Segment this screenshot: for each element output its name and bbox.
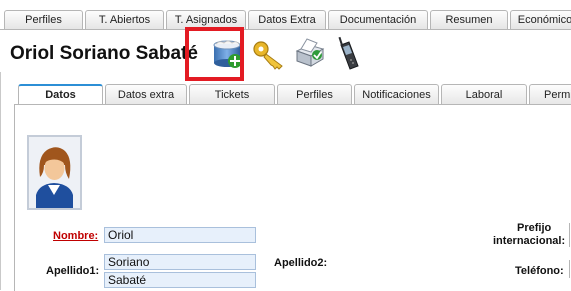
tab-bar-divider bbox=[0, 29, 571, 30]
key-icon[interactable] bbox=[252, 39, 286, 76]
page-title: Oriol Soriano Sabaté bbox=[10, 43, 198, 64]
user-avatar bbox=[27, 135, 82, 210]
tab-notificaciones[interactable]: Notificaciones bbox=[354, 84, 439, 105]
tab-resumen[interactable]: Resumen bbox=[430, 10, 508, 30]
apellido1-label: Apellido1: bbox=[46, 265, 100, 277]
apellido1-field[interactable]: Soriano bbox=[104, 254, 256, 270]
apellido1-second-field[interactable]: Sabaté bbox=[104, 272, 256, 288]
top-tab-bar: Perfiles T. Abiertos T. Asignados Datos … bbox=[0, 0, 571, 30]
tab-economico[interactable]: Económico bbox=[510, 10, 571, 30]
prefijo-field-edge[interactable] bbox=[569, 223, 570, 247]
mobile-phone-icon[interactable] bbox=[334, 36, 362, 77]
tab-datos-extra-inner[interactable]: Datos extra bbox=[105, 84, 187, 105]
prefijo-label-line1: Prefijo bbox=[517, 222, 552, 234]
tab-laboral[interactable]: Laboral bbox=[441, 84, 527, 105]
tab-datos-extra[interactable]: Datos Extra bbox=[248, 10, 326, 30]
tab-tickets[interactable]: Tickets bbox=[189, 84, 275, 105]
tab-datos[interactable]: Datos bbox=[18, 84, 103, 106]
telefono-label: Teléfono: bbox=[515, 265, 564, 277]
tab-t-abiertos[interactable]: T. Abiertos bbox=[85, 10, 164, 30]
nombre-label: Nombre: bbox=[53, 230, 99, 242]
tab-perfiles-inner[interactable]: Perfiles bbox=[277, 84, 352, 105]
prefijo-label-line2: internacional: bbox=[493, 235, 566, 247]
user-avatar-icon bbox=[36, 147, 73, 208]
highlight-box bbox=[185, 27, 244, 81]
tab-permisos[interactable]: Permi bbox=[529, 84, 571, 105]
nombre-field[interactable]: Oriol bbox=[104, 227, 256, 243]
tab-perfiles[interactable]: Perfiles bbox=[4, 10, 83, 30]
tab-documentacion[interactable]: Documentación bbox=[328, 10, 428, 30]
panel-left-border bbox=[0, 72, 1, 290]
apellido2-label: Apellido2: bbox=[274, 257, 328, 269]
telefono-field-edge[interactable] bbox=[569, 260, 570, 278]
printer-icon[interactable] bbox=[291, 37, 327, 76]
